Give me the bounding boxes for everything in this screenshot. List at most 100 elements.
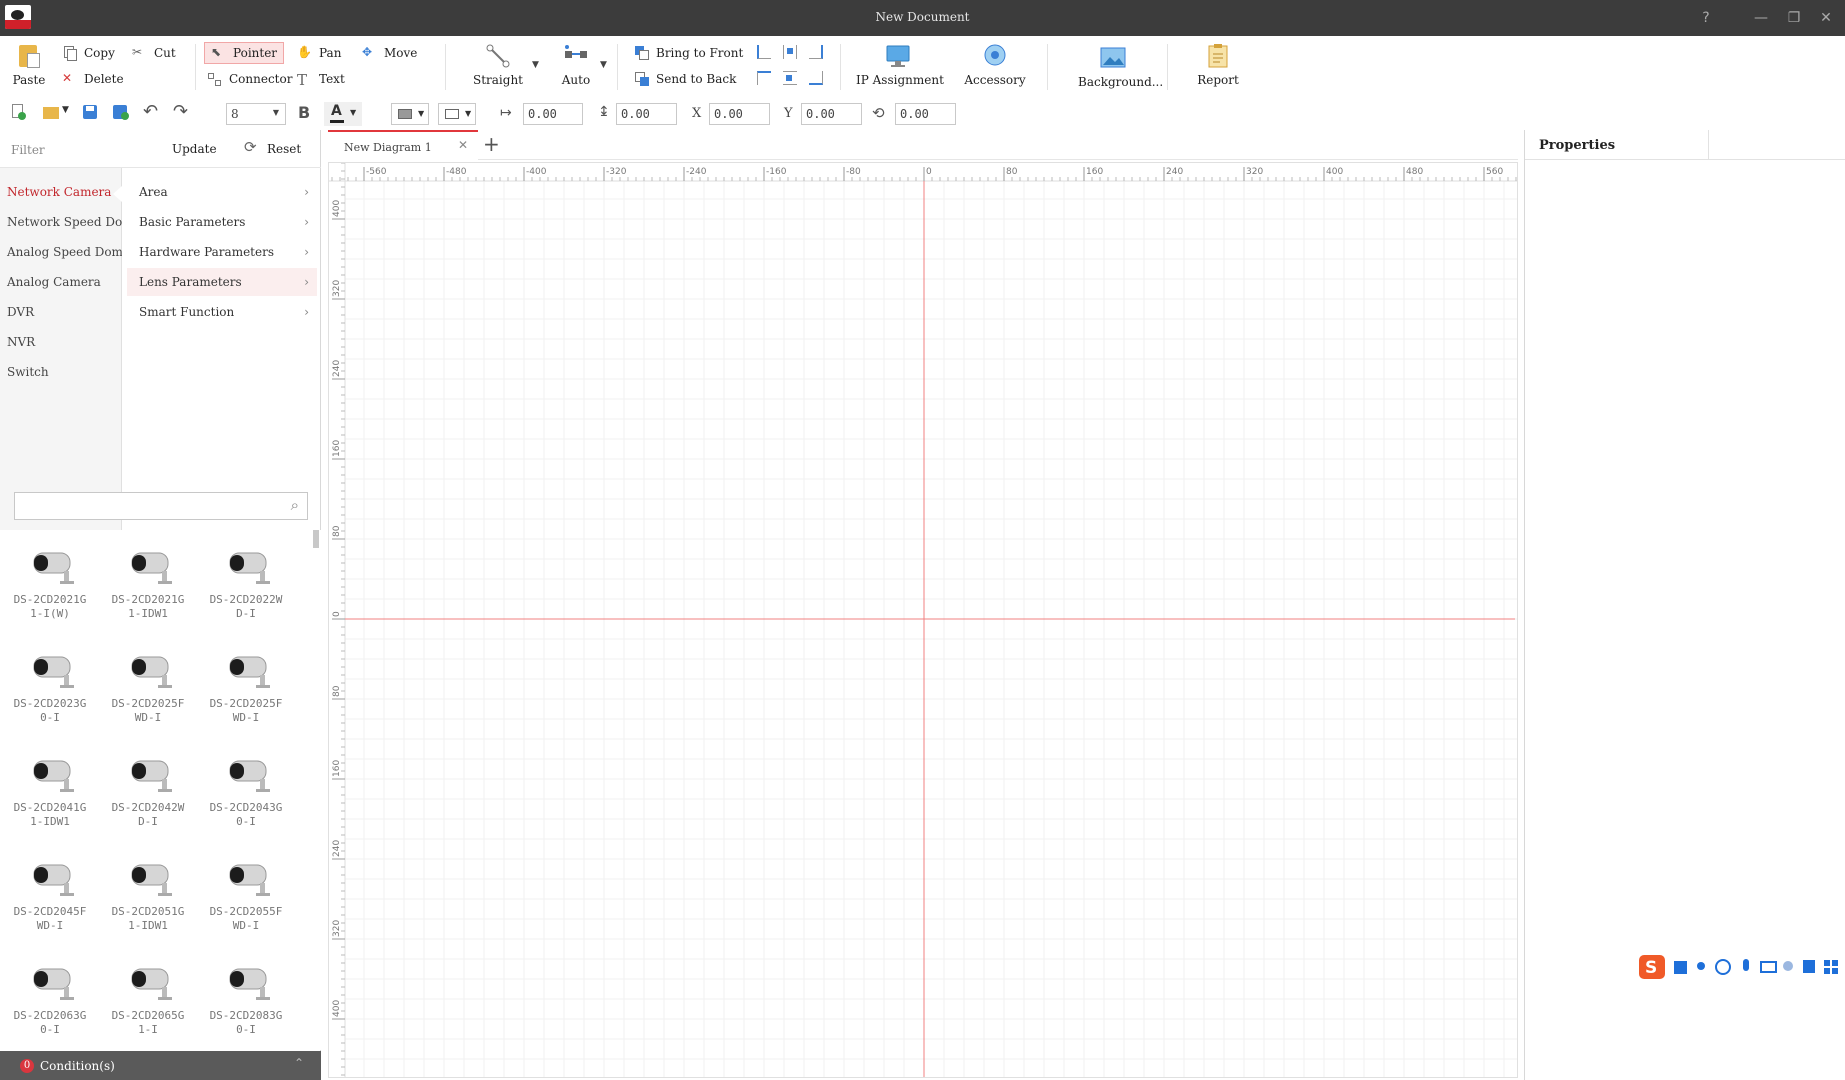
width-input[interactable]: 0.00 [523,103,583,125]
help-icon[interactable]: ? [1696,8,1716,28]
line-style-button[interactable]: ▼ [438,103,476,125]
expand-up-icon[interactable]: ⌃ [294,1056,304,1070]
device-item[interactable]: DS-2CD2043G0-I [201,743,291,843]
move-button[interactable]: ✥ Move [362,45,417,61]
delete-button[interactable]: ✕ Delete [62,71,124,87]
minimize-button[interactable]: — [1751,8,1771,28]
device-item[interactable]: DS-2CD2025FWD-I [201,639,291,739]
device-library-panel: Filter Update ⟳ Reset Network Camera Net… [0,130,321,1080]
straight-dropdown-icon[interactable]: ▼ [532,60,539,70]
height-input[interactable]: 0.00 [616,103,677,125]
connector-button[interactable]: Connector [207,71,292,87]
cut-button[interactable]: ✂ Cut [132,45,176,61]
device-item[interactable]: DS-2CD2023G0-I [5,639,95,739]
new-file-icon[interactable] [10,104,28,120]
category-switch[interactable]: Switch [7,365,49,379]
device-item[interactable]: DS-2CD2051G1-IDW1 [103,847,193,947]
device-item[interactable]: DS-2CD2042WD-I [103,743,193,843]
redo-icon[interactable]: ↷ [173,103,191,121]
device-item[interactable]: DS-2CD2041G1-IDW1 [5,743,95,843]
sub-basic-parameters[interactable]: Basic Parameters › [127,208,317,236]
sub-lens-parameters[interactable]: Lens Parameters › [127,268,317,296]
device-item[interactable]: DS-2CD2045FWD-I [5,847,95,947]
pan-button[interactable]: ✋ Pan [297,45,341,61]
device-item[interactable]: DS-2CD2025FWD-I [103,639,193,739]
y-input[interactable]: 0.00 [801,103,862,125]
chevron-down-icon: ▼ [272,108,279,117]
h-ruler-label: -80 [846,167,861,177]
device-scrollbar[interactable] [313,530,319,548]
background-label: Background... [1078,75,1164,89]
auto-button[interactable]: Auto [556,43,596,87]
window-title: New Document [875,10,970,24]
y-label: Y [784,106,793,121]
ime-toolbar[interactable]: S [1637,953,1845,981]
tab-new-diagram-1[interactable]: New Diagram 1 ✕ [328,130,478,160]
undo-icon[interactable]: ↶ [143,103,161,121]
close-button[interactable]: ✕ [1816,8,1836,28]
camera-thumbnail-icon [216,541,276,589]
ip-assignment-button[interactable]: IP Assignment [856,43,944,87]
width-icon: ↦ [500,105,512,121]
search-icon[interactable]: ⌕ [291,496,299,514]
sub-hardware-parameters[interactable]: Hardware Parameters › [127,238,317,266]
camera-thumbnail-icon [118,749,178,797]
device-item[interactable]: DS-2CD2021G1-IDW1 [103,535,193,635]
font-size-select[interactable]: 8 ▼ [226,103,286,125]
diagram-canvas[interactable]: -560 -480 -400 -320 -240 -160 -80 0 80 160 240 320 4… [328,162,1518,1078]
category-network-camera[interactable]: Network Camera [7,185,111,199]
auto-dropdown-icon[interactable]: ▼ [600,60,607,70]
align-left-icon[interactable] [757,45,771,59]
add-tab-icon[interactable]: + [483,132,500,156]
background-button[interactable]: Background... [1078,45,1163,89]
reset-icon[interactable]: ⟳ [244,138,257,156]
restore-button[interactable]: ❐ [1784,8,1804,28]
align-bottom-icon[interactable] [809,71,823,85]
reset-button[interactable]: Reset [267,142,301,156]
canvas-drawing[interactable]: -560 -480 -400 -320 -240 -160 -80 0 80 160 240 320 4… [329,163,1518,1078]
report-button[interactable]: Report [1196,43,1240,87]
copy-button[interactable]: Copy [62,45,115,61]
device-item[interactable]: DS-2CD2063G0-I [5,951,95,1050]
paste-button[interactable]: Paste [12,43,46,87]
x-input[interactable]: 0.00 [709,103,770,125]
align-right-icon[interactable] [809,45,823,59]
category-network-speed-dome[interactable]: Network Speed Dome [7,215,141,229]
category-nvr[interactable]: NVR [7,335,35,349]
save-icon[interactable] [82,104,100,120]
auto-route-icon [563,43,589,69]
fill-color-button[interactable]: ▼ [391,103,429,125]
condition-status-bar[interactable]: 0 Condition(s) ⌃ [0,1051,321,1080]
category-dvr[interactable]: DVR [7,305,34,319]
connector-label: Connector [229,72,293,86]
align-top-icon[interactable] [757,71,771,85]
device-item[interactable]: DS-2CD2021G1-I(W) [5,535,95,635]
category-analog-camera[interactable]: Analog Camera [7,275,101,289]
sub-smart-function[interactable]: Smart Function › [127,298,317,326]
device-item[interactable]: DS-2CD2022WD-I [201,535,291,635]
category-analog-speed-dome[interactable]: Analog Speed Dome [7,245,130,259]
close-tab-icon[interactable]: ✕ [458,138,468,152]
open-folder-icon[interactable]: ▼ [43,104,71,120]
pointer-button[interactable]: ⬉ Pointer [204,42,285,64]
device-item[interactable]: DS-2CD2083G0-I [201,951,291,1050]
device-item[interactable]: DS-2CD2055FWD-I [201,847,291,947]
bold-button[interactable]: B [298,103,310,122]
bring-to-front-button[interactable]: Bring to Front [634,45,743,61]
device-search-input[interactable]: ⌕ [14,492,308,520]
straight-button[interactable]: Straight [470,43,526,87]
text-button[interactable]: T Text [297,71,345,89]
h-ruler-label: 480 [1406,167,1423,177]
sub-area[interactable]: Area › [127,178,317,206]
update-button[interactable]: Update [172,142,217,156]
condition-label: Condition(s) [40,1059,115,1073]
title-bar: New Document ? — ❐ ✕ [0,0,1845,36]
send-to-back-button[interactable]: Send to Back [634,71,736,87]
align-center-icon[interactable] [783,45,797,59]
rotation-input[interactable]: 0.00 [895,103,956,125]
device-item[interactable]: DS-2CD2065G1-I [103,951,193,1050]
save-as-icon[interactable] [112,104,130,120]
text-color-button[interactable]: A ▼ [324,102,362,126]
align-middle-icon[interactable] [783,71,797,85]
accessory-button[interactable]: Accessory [962,43,1028,87]
